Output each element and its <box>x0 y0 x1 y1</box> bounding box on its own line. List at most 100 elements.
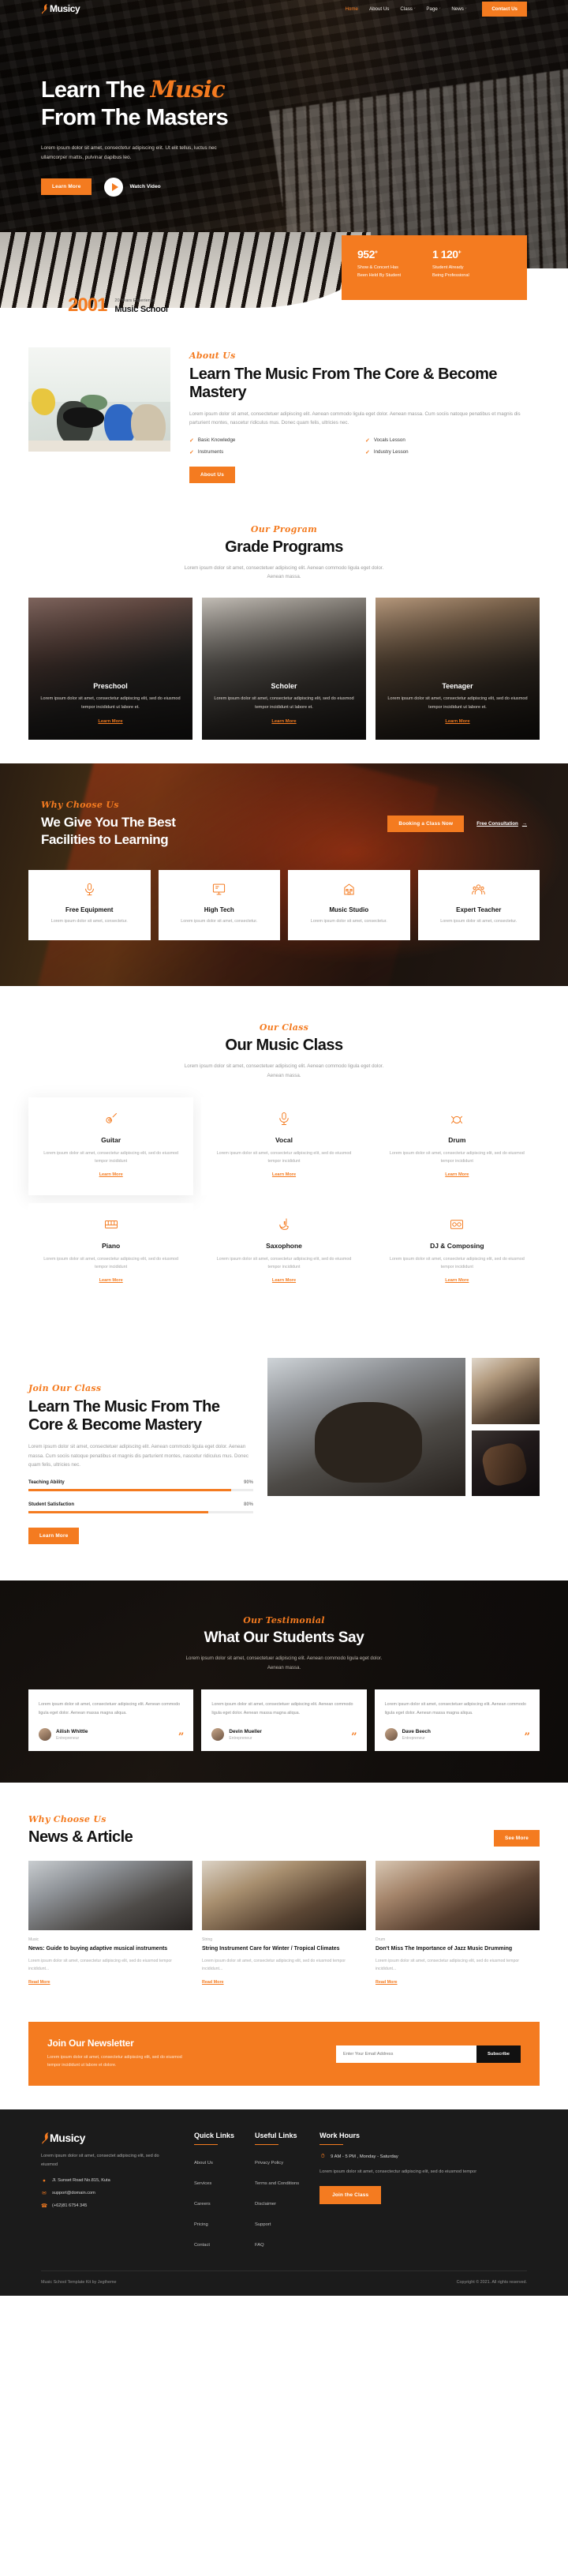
music-class-card[interactable]: Saxophone Lorem ipsum dolor sit amet, co… <box>201 1203 367 1302</box>
music-class-learn-more-link[interactable]: Learn More <box>445 1172 469 1177</box>
testimonial-card: Lorem ipsum dolor sit amet, consectetuer… <box>374 1689 540 1752</box>
chevron-down-icon: ˇ <box>465 6 467 11</box>
nav-item-about-us[interactable]: About Us <box>369 6 389 12</box>
nav-item-news[interactable]: News ˇ <box>451 6 466 12</box>
music-class-learn-more-link[interactable]: Learn More <box>99 1278 123 1283</box>
news-read-more-link[interactable]: Read More <box>28 1980 50 1985</box>
about-title: Learn The Music From The Core & Become M… <box>189 366 497 401</box>
footer-link[interactable]: Services <box>194 2181 211 2186</box>
watch-video-label: Watch Video <box>129 184 161 190</box>
program-learn-more-link[interactable]: Learn More <box>387 719 529 724</box>
music-class-text: Lorem ipsum dolor sit amet, consectetur … <box>43 1257 179 1270</box>
footer-brand-name: Musicy <box>50 2131 86 2144</box>
program-card[interactable]: Teenager Lorem ipsum dolor sit amet, con… <box>376 597 540 740</box>
progress-percent: 80% <box>243 1502 253 1508</box>
stats-card: 952+ Show & Concert Has Been Held By Stu… <box>342 235 527 300</box>
nav-links: Home About Us Class ˇ Page ˇ News ˇ Contact… <box>345 1 568 17</box>
mail-icon: ✉ <box>42 2190 47 2196</box>
news-category: Drum <box>376 1937 386 1943</box>
testimonial-card: Lorem ipsum dolor sit amet, consectetuer… <box>201 1689 367 1752</box>
hero-title-line1: Learn The <box>41 77 151 103</box>
footer-link[interactable]: Careers <box>194 2202 211 2207</box>
gallery-photo-main <box>267 1358 465 1497</box>
music-class-learn-more-link[interactable]: Learn More <box>445 1278 469 1283</box>
program-card[interactable]: Scholer Lorem ipsum dolor sit amet, cons… <box>202 597 366 740</box>
location-pin-icon: ● <box>43 2177 46 2184</box>
footer-contact-phone[interactable]: ☎ (+62)81 6754 345 <box>41 2203 174 2209</box>
skills-gallery <box>267 1344 540 1497</box>
footer-link-item[interactable]: Disclaimer <box>255 2195 299 2209</box>
nav-item-home[interactable]: Home <box>345 6 358 12</box>
footer-link[interactable]: Support <box>255 2222 271 2227</box>
news-grid: Music News: Guide to buying adaptive mus… <box>0 1861 568 1987</box>
music-class-learn-more-link[interactable]: Learn More <box>272 1172 296 1177</box>
booking-class-button[interactable]: Booking a Class Now <box>387 816 465 833</box>
music-class-card[interactable]: Drum Lorem ipsum dolor sit amet, consect… <box>374 1097 540 1196</box>
footer-link-item[interactable]: Privacy Policy <box>255 2154 299 2168</box>
footer-link[interactable]: Pricing <box>194 2222 208 2227</box>
facilities-heading-block: Why Choose Us We Give You The Best Facil… <box>41 800 278 849</box>
music-class-card[interactable]: Guitar Lorem ipsum dolor sit amet, conse… <box>28 1097 194 1196</box>
footer-link[interactable]: About Us <box>194 2161 213 2165</box>
music-class-text: Lorem ipsum dolor sit amet, consectetur … <box>389 1151 525 1164</box>
footer-link[interactable]: Terms and Conditions <box>255 2181 299 2186</box>
newsletter-subscribe-button[interactable]: Subscribe <box>476 2045 521 2063</box>
footer-link-item[interactable]: FAQ <box>255 2236 299 2250</box>
newsletter-title: Join Our Newsletter <box>47 2038 134 2049</box>
music-class-learn-more-link[interactable]: Learn More <box>272 1278 296 1283</box>
music-class-card[interactable]: Vocal Lorem ipsum dolor sit amet, consec… <box>201 1097 367 1196</box>
free-consultation-link[interactable]: Free Consultation → <box>476 821 527 827</box>
hero-learn-more-button[interactable]: Learn More <box>41 178 92 196</box>
news-card[interactable]: String String Instrument Care for Winter… <box>202 1861 366 1987</box>
watch-video-control[interactable]: Watch Video <box>104 177 161 197</box>
footer-link-item[interactable]: About Us <box>194 2154 234 2168</box>
experience-labels: 20 Years Experience Music School <box>114 298 168 314</box>
news-card-text: Lorem ipsum dolor sit amet, consectetur … <box>376 1959 519 1971</box>
facility-card[interactable]: Expert Teacher Lorem ipsum dolor sit ame… <box>417 870 540 941</box>
news-read-more-link[interactable]: Read More <box>376 1980 398 1985</box>
footer-link-item[interactable]: Terms and Conditions <box>255 2174 299 2188</box>
footer-link-item[interactable]: Contact <box>194 2236 234 2250</box>
nav-item-page[interactable]: Page ˇ <box>426 6 440 12</box>
play-icon[interactable] <box>104 177 124 197</box>
music-class-learn-more-link[interactable]: Learn More <box>99 1172 123 1177</box>
facility-card[interactable]: Free Equipment Lorem ipsum dolor sit ame… <box>28 870 151 941</box>
music-class-card[interactable]: Piano Lorem ipsum dolor sit amet, consec… <box>28 1203 194 1302</box>
facility-card[interactable]: Music Studio Lorem ipsum dolor sit amet,… <box>288 870 410 941</box>
facilities-title-line1: We Give You The Best <box>41 814 176 830</box>
footer-link[interactable]: FAQ <box>255 2243 264 2248</box>
see-more-button[interactable]: See More <box>493 1830 540 1847</box>
contact-us-button[interactable]: Contact Us <box>482 1 527 17</box>
about-body: About Us Learn The Music From The Core &… <box>189 347 527 483</box>
heading-underline <box>320 2143 344 2146</box>
footer-link[interactable]: Privacy Policy <box>255 2161 283 2165</box>
testimonials-eyebrow: Our Testimonial <box>243 1615 325 1626</box>
program-learn-more-link[interactable]: Learn More <box>213 719 355 724</box>
footer-logo[interactable]: Musicy <box>41 2131 174 2145</box>
news-card[interactable]: Drum Don't Miss The Importance of Jazz M… <box>376 1861 540 1987</box>
skills-learn-more-button[interactable]: Learn More <box>28 1528 80 1545</box>
testimonial-author: Ailish Whittle Entrepreneur <box>39 1728 183 1742</box>
footer-link-item[interactable]: Support <box>255 2215 299 2229</box>
program-card[interactable]: Preschool Lorem ipsum dolor sit amet, co… <box>28 597 192 740</box>
stat-plus: + <box>374 249 378 256</box>
nav-item-class[interactable]: Class ˇ <box>400 6 415 12</box>
newsletter-email-input[interactable] <box>335 2045 476 2063</box>
news-eyebrow: Why Choose Us <box>28 1814 106 1825</box>
news-card[interactable]: Music News: Guide to buying adaptive mus… <box>28 1861 192 1987</box>
footer-contact-email[interactable]: ✉ support@domain.com <box>41 2190 174 2196</box>
footer-link-item[interactable]: Careers <box>194 2195 234 2209</box>
footer-link[interactable]: Disclaimer <box>255 2202 276 2207</box>
footer-link-item[interactable]: Pricing <box>194 2215 234 2229</box>
facility-card[interactable]: High Tech Lorem ipsum dolor sit amet, co… <box>158 870 280 941</box>
brand-logo[interactable]: Musicy <box>41 3 80 14</box>
news-section: Why Choose Us News & Article See More Mu… <box>0 1783 568 2022</box>
news-thumbnail <box>202 1861 366 1931</box>
about-us-button[interactable]: About Us <box>189 466 235 483</box>
footer-link-item[interactable]: Services <box>194 2174 234 2188</box>
footer-link[interactable]: Contact <box>194 2243 210 2248</box>
music-class-card[interactable]: DJ & Composing Lorem ipsum dolor sit ame… <box>374 1203 540 1302</box>
join-the-class-button[interactable]: Join the Class <box>320 2186 382 2205</box>
news-read-more-link[interactable]: Read More <box>202 1980 224 1985</box>
program-learn-more-link[interactable]: Learn More <box>39 719 181 724</box>
